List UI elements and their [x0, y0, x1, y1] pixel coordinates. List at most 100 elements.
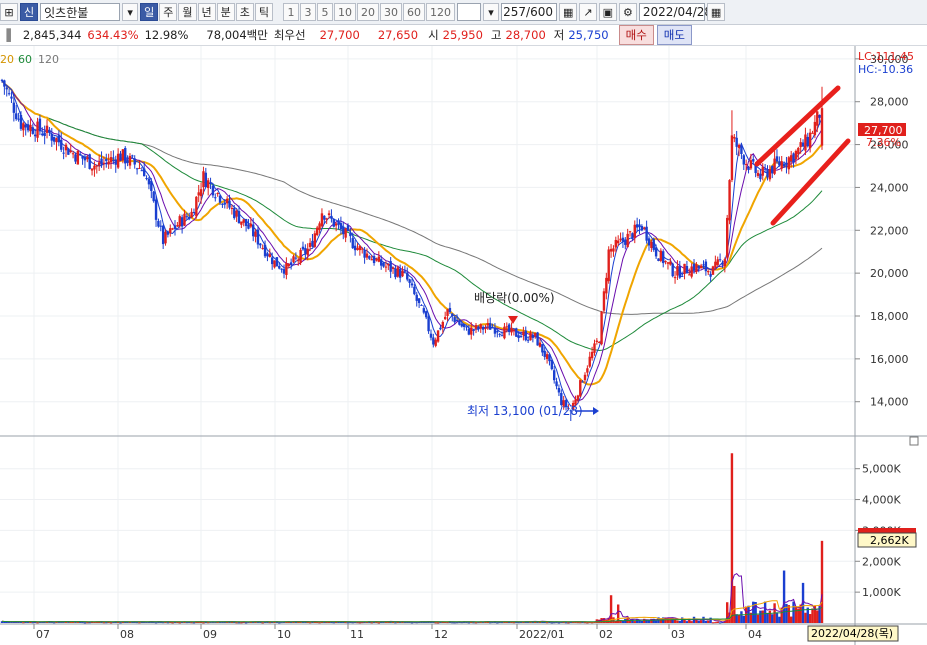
candle-body [157, 220, 160, 227]
volume-bar [640, 620, 644, 623]
candle-body [420, 304, 423, 306]
volume-value: 2,845,344 [22, 28, 82, 42]
x-cursor-label: 2022/04/28(목) [811, 627, 893, 640]
candle-body [259, 243, 262, 246]
candle-body [363, 249, 366, 258]
volume-bar [704, 620, 708, 623]
candle-body [557, 388, 561, 393]
candle-body [131, 155, 134, 157]
x-axis-label: 12 [434, 628, 448, 641]
candle-body [432, 337, 435, 345]
volume-bar [346, 622, 350, 624]
candle-body [455, 319, 459, 322]
candle-body [325, 218, 328, 220]
volume-panel-close-icon[interactable] [909, 436, 919, 446]
period-button-2[interactable]: 월 [178, 3, 197, 21]
period-button-1[interactable]: 주 [159, 3, 178, 21]
candle-body [180, 217, 184, 227]
bar-count-field[interactable]: 257/600 [501, 3, 557, 21]
stock-search-dropdown[interactable]: ▾ [122, 3, 139, 21]
volume-bar [512, 622, 516, 624]
candle-body [254, 231, 257, 237]
sell-button[interactable]: 매도 [656, 25, 692, 45]
candle-body [628, 231, 632, 233]
settings-gear-icon[interactable]: ⚙ [619, 3, 637, 21]
candle-body [728, 180, 731, 221]
candle-body [24, 124, 27, 128]
candle-body [249, 223, 253, 227]
candle-body [7, 93, 11, 95]
interval-input[interactable] [457, 3, 481, 21]
period-button-4[interactable]: 분 [216, 3, 235, 21]
interval-button-5[interactable]: 5 [317, 3, 333, 21]
draw-tool-icon[interactable]: ↗ [579, 3, 597, 21]
candle-body [128, 155, 132, 166]
candle-body [820, 108, 824, 146]
interval-button-1[interactable]: 1 [283, 3, 299, 21]
volume-bar [308, 622, 312, 624]
candle-body [406, 272, 409, 280]
period-button-3[interactable]: 년 [197, 3, 216, 21]
candle-body [183, 213, 186, 226]
buy-button[interactable]: 매수 [618, 25, 654, 45]
interval-button-30[interactable]: 30 [380, 3, 402, 21]
candle-body [43, 132, 46, 136]
candle-body [782, 164, 786, 167]
candle-body [749, 160, 753, 169]
interval-button-60[interactable]: 60 [403, 3, 425, 21]
candle-body [600, 311, 603, 345]
calendar-icon[interactable]: ▦ [706, 3, 726, 21]
candle-body [503, 326, 506, 339]
candle-body [787, 157, 791, 170]
candle-body [489, 323, 492, 330]
stock-chart[interactable]: 20 60 120 30,00028,00026,00024,00022,000… [0, 46, 927, 645]
period-button-5[interactable]: 초 [235, 3, 254, 21]
candle-body [448, 307, 452, 313]
stock-name-field[interactable]: 잇츠한불 [40, 3, 121, 21]
volume-tick-label: 2,000K [862, 555, 901, 568]
candle-body [818, 114, 821, 118]
hc-label: HC:-10.36 [858, 63, 913, 76]
interval-button-3[interactable]: 3 [300, 3, 316, 21]
candle-body [45, 125, 49, 133]
candle-body [460, 323, 463, 327]
ma-legend-60: 60 [18, 53, 32, 66]
candle-body [500, 335, 504, 337]
interval-button-20[interactable]: 20 [357, 3, 379, 21]
candle-body [318, 223, 321, 230]
candle-body [275, 257, 279, 267]
candle-body [112, 157, 115, 159]
candle-body [534, 332, 537, 337]
interval-button-120[interactable]: 120 [426, 3, 455, 21]
interval-dropdown[interactable]: ▾ [483, 3, 499, 21]
volume-bar [678, 620, 682, 623]
candle-body [427, 316, 430, 332]
candle-body [154, 199, 158, 220]
candle-body [368, 256, 371, 259]
grid-menu-icon[interactable]: ⊞ [0, 3, 18, 21]
candle-body [458, 320, 461, 325]
compare-icon[interactable]: ▦ [559, 3, 578, 21]
stock-code-tag[interactable]: 신 [20, 3, 39, 21]
period-button-6[interactable]: 틱 [254, 3, 273, 21]
candle-body [609, 248, 613, 252]
candle-body [737, 144, 741, 148]
price-label: 최우선 [273, 28, 306, 42]
candle-body [759, 173, 762, 180]
date-field[interactable]: 2022/04/28 [638, 3, 712, 21]
candle-body [169, 228, 172, 233]
candle-body [548, 354, 551, 362]
candle-body [744, 164, 748, 166]
candle-body [702, 264, 705, 266]
interval-button-10[interactable]: 10 [334, 3, 356, 21]
x-axis-label: 08 [120, 628, 134, 641]
candle-body [69, 150, 72, 153]
candle-body [467, 328, 471, 335]
candle-body [797, 147, 800, 155]
save-icon[interactable]: ▣ [598, 3, 618, 21]
candle-body [763, 168, 767, 170]
volume-bar [699, 620, 703, 623]
candle-body [5, 87, 8, 90]
period-button-0[interactable]: 일 [140, 3, 159, 21]
current-price-pct: 7.36% [866, 136, 901, 149]
